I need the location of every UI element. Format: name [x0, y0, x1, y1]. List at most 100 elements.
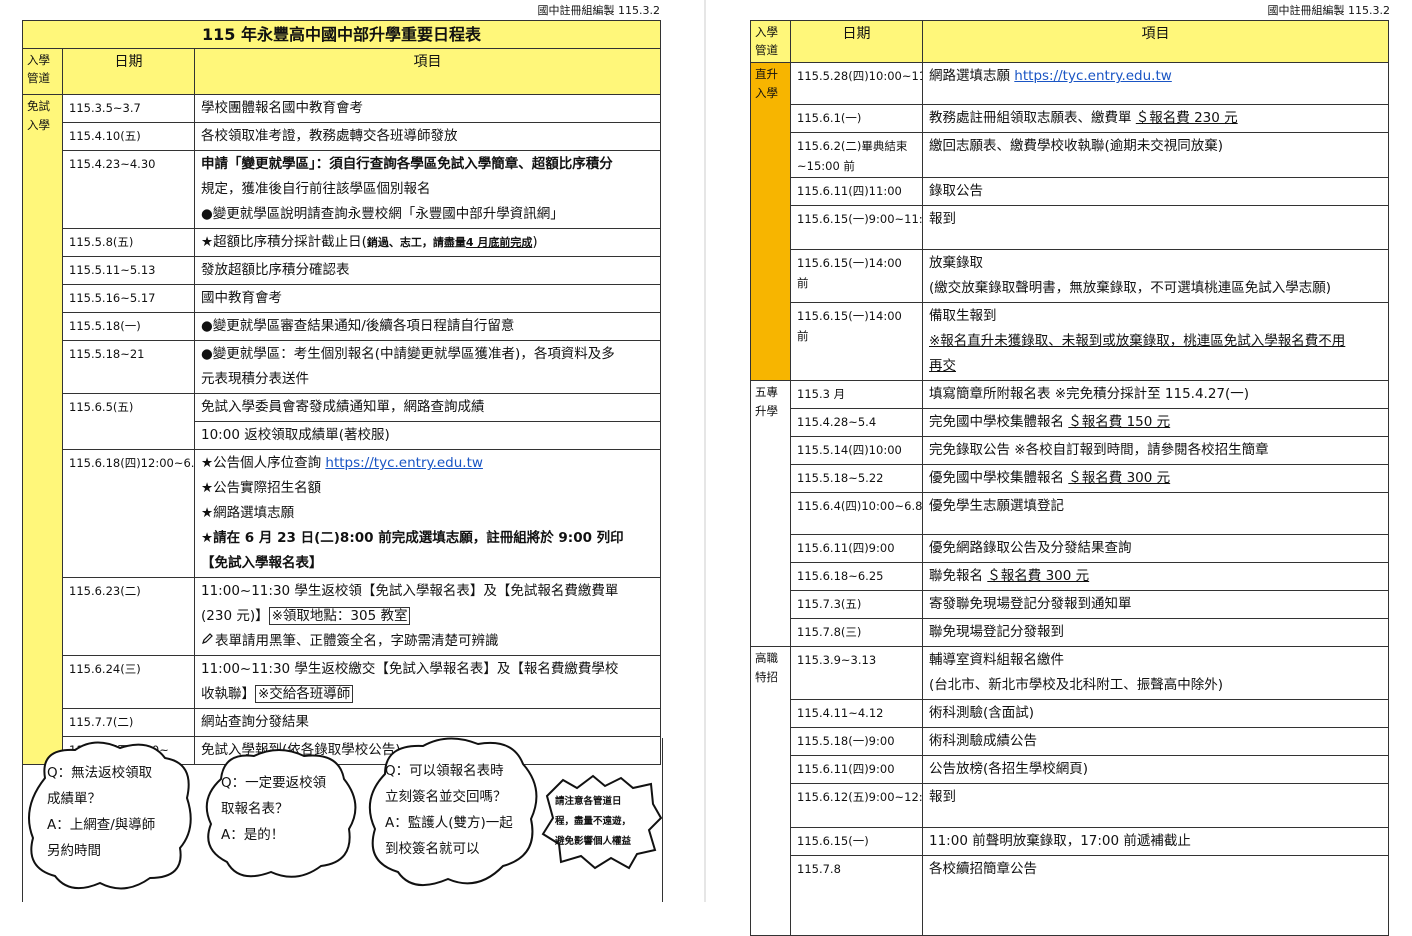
header-category: 入學管道: [750, 20, 791, 63]
fee-amount: ＄報名費 230 元: [1135, 110, 1238, 126]
handover-note: ※交給各班導師: [255, 685, 354, 703]
item-line: (繳交放棄錄取聲明書，無放棄錄取，不可選填桃連區免試入學志願): [929, 280, 1332, 296]
row-item: 11:00~11:30 學生返校領【免試入學報名表】及【免試報名費繳費單 (23…: [194, 577, 661, 656]
row-item: 10:00 返校領取成績單(著校服): [194, 421, 661, 450]
row-date: 115.5.18~5.22: [790, 464, 923, 493]
faq-question: 取報名表？: [221, 801, 289, 817]
row-item: 優免學生志願選填登記: [922, 492, 1389, 535]
category-direct-admission: 直升入學: [750, 62, 791, 381]
row-date: 115.7.3(五): [790, 590, 923, 619]
row-date: 115.6.15(一): [790, 827, 923, 856]
row-item: 填寫簡章所附報名表 ※完免積分採計至 115.4.27(一): [922, 380, 1389, 409]
page-divider: [704, 0, 706, 902]
item-line: ★公告個人序位查詢 https://tyc.entry.edu.tw: [201, 451, 654, 476]
row-item: 網站查詢分發結果: [194, 708, 661, 737]
row-date: 115.3.9~3.13: [790, 646, 923, 700]
left-page: 國中註冊組編製 115.3.2 115 年永豐高中國中部升學重要日程表 入學管道…: [0, 0, 700, 902]
row-item: 各校領取准考證，教務處轉交各班導師發放: [194, 122, 661, 151]
item-text: 聯免報名: [929, 568, 988, 584]
notice-line: 避免影響個人權益: [555, 836, 632, 847]
row-date: 115.6.5(五): [62, 393, 195, 450]
item-text: 表單請用黑筆、正體簽全名，字跡需清楚可辨識: [215, 633, 499, 649]
item-note: 銷過、志工，請盡量: [366, 236, 466, 249]
header-item: 項目: [194, 48, 661, 95]
faq-bubble: Q：可以領報名表時 立刻簽名並交回嗎？ A：監護人(雙方)一起 到校簽名就可以: [363, 734, 545, 898]
item-line: 11:00~11:30 學生返校領【免試入學報名表】及【免試報名費繳費單: [201, 583, 619, 599]
item-line: (台北市、新北市學校及北科附工、振聲高中除外): [929, 677, 1224, 693]
row-item: 繳回志願表、繳費學校收執聯(逾期未交視同放棄): [922, 132, 1389, 178]
item-text: ★超額比序積分採計截止日(: [201, 234, 367, 250]
row-date: 115.6.18~6.25: [790, 562, 923, 591]
row-date: 115.6.11(四)9:00: [790, 534, 923, 563]
entry-link[interactable]: https://tyc.entry.edu.tw: [325, 455, 483, 471]
row-item: 國中教育會考: [194, 284, 661, 313]
item-line: 表單請用黑筆、正體簽全名，字跡需清楚可辨識: [201, 629, 654, 654]
row-item: 學校團體報名國中教育會考: [194, 94, 661, 123]
row-date: 115.6.4(四)10:00~6.8(一)17:00: [790, 492, 923, 535]
pencil-icon: [201, 629, 215, 654]
row-item: 術科測驗成績公告: [922, 727, 1389, 756]
row-item: 網路選填志願 https://tyc.entry.edu.tw: [922, 62, 1389, 105]
page-title: 115 年永豐高中國中部升學重要日程表: [22, 20, 661, 49]
row-date: 115.6.1(一): [790, 104, 923, 133]
row-item: 公告放榜(各招生學校網頁): [922, 755, 1389, 784]
header-item: 項目: [922, 20, 1389, 63]
pickup-location: ※領取地點：305 教室: [268, 607, 411, 625]
faq-question: 立刻簽名並交回嗎？: [385, 789, 507, 805]
faq-answer: A：上網查/與導師: [47, 817, 156, 833]
row-item: 11:00 前聲明放棄錄取，17:00 前遞補截止: [922, 827, 1389, 856]
item-line: ●變更就學區：考生個別報名(中請變更就學區獲准者)，各項資料及多: [201, 346, 615, 362]
row-date: 115.5.8(五): [62, 228, 195, 257]
row-date: 115.6.12(五)9:00~12:00: [790, 783, 923, 828]
faq-question: Q：無法返校領取: [47, 765, 153, 781]
row-date: 115.5.11~5.13: [62, 256, 195, 285]
row-item: ★超額比序積分採計截止日(銷過、志工，請盡量4 月底前完成): [194, 228, 661, 257]
notice-bubble: 請注意各管道日 程，盡量不遠遊， 避免影響個人權益: [541, 774, 663, 870]
row-date: 115.5.18(一): [62, 312, 195, 341]
row-item: 免試入學委員會寄發成績通知單，網路查詢成績: [194, 393, 661, 422]
row-item: 教務處註冊組領取志願表、繳費單 ＄報名費 230 元: [922, 104, 1389, 133]
row-date: 115.5.16~5.17: [62, 284, 195, 313]
item-text: 優免國中學校集體報名: [929, 470, 1069, 486]
row-date: 115.6.18(四)12:00~6.25(四)12:00: [62, 449, 195, 578]
row-date: 115.7.8(三): [790, 618, 923, 647]
row-date: 115.3.5~3.7: [62, 94, 195, 123]
row-date: 115.5.18(一)9:00: [790, 727, 923, 756]
category-five-year-college: 五專升學: [750, 380, 791, 647]
faq-answer: A：是的！: [221, 827, 285, 843]
row-item: 術科測驗(含面試): [922, 699, 1389, 728]
item-line: 11:00~11:30 學生返校繳交【免試入學報名表】及【報名費繳費學校: [201, 661, 619, 677]
row-item: 聯免現場登記分發報到: [922, 618, 1389, 647]
row-date: 115.7.8: [790, 855, 923, 936]
item-line: ★網路選填志願: [201, 505, 295, 521]
item-text: 收執聯】: [201, 686, 255, 702]
category-free-admission: 免試入學: [22, 94, 63, 765]
row-item: 優免網路錄取公告及分發結果查詢: [922, 534, 1389, 563]
row-item: 備取生報到 ※報名直升未獲錄取、未報到或放棄錄取，桃連區免試入學報名費不用 再交: [922, 302, 1389, 381]
row-item: 優免國中學校集體報名 ＄報名費 300 元: [922, 464, 1389, 493]
item-line: 備取生報到: [929, 308, 997, 324]
item-line: 規定，獲准後自行前往該學區個別報名: [201, 181, 431, 197]
faq-area: Q：無法返校領取 成績單？ A：上網查/與導師 另約時間 Q：一定要返校領 取報…: [22, 737, 663, 902]
schedule-table-right: 入學管道 日期 項目 直升入學 115.5.28(四)10:00~115.6.4…: [750, 20, 1389, 936]
entry-link[interactable]: https://tyc.entry.edu.tw: [1014, 68, 1172, 84]
row-date: 115.6.15(一)14:00 前: [790, 249, 923, 303]
schedule-table-left: 115 年永豐高中國中部升學重要日程表 入學管道 日期 項目 免試入學 115.…: [22, 20, 661, 765]
faq-answer: A：監護人(雙方)一起: [385, 815, 513, 831]
row-item: 11:00~11:30 學生返校繳交【免試入學報名表】及【報名費繳費學校 收執聯…: [194, 655, 661, 709]
item-line: 【免試入學報名表】: [201, 555, 323, 571]
item-text: (230 元)】: [201, 608, 269, 624]
item-line: 輔導室資料組報名繳件: [929, 652, 1064, 668]
faq-answer: 到校簽名就可以: [385, 841, 480, 857]
header-date: 日期: [62, 48, 195, 95]
faq-question: Q：可以領報名表時: [385, 763, 504, 779]
row-item: 寄發聯免現場登記分發報到通知單: [922, 590, 1389, 619]
fee-amount: ＄報名費 150 元: [1068, 414, 1171, 430]
row-item: 報到: [922, 783, 1389, 828]
row-item: ●變更就學區審查結果通知/後續各項日程請自行留意: [194, 312, 661, 341]
credit-left: 國中註冊組編製 115.3.2: [537, 4, 660, 17]
faq-question: 成績單？: [47, 791, 101, 807]
row-item: ★公告個人序位查詢 https://tyc.entry.edu.tw ★公告實際…: [194, 449, 661, 578]
row-date: 115.6.11(四)9:00: [790, 755, 923, 784]
item-line: 放棄錄取: [929, 255, 983, 271]
